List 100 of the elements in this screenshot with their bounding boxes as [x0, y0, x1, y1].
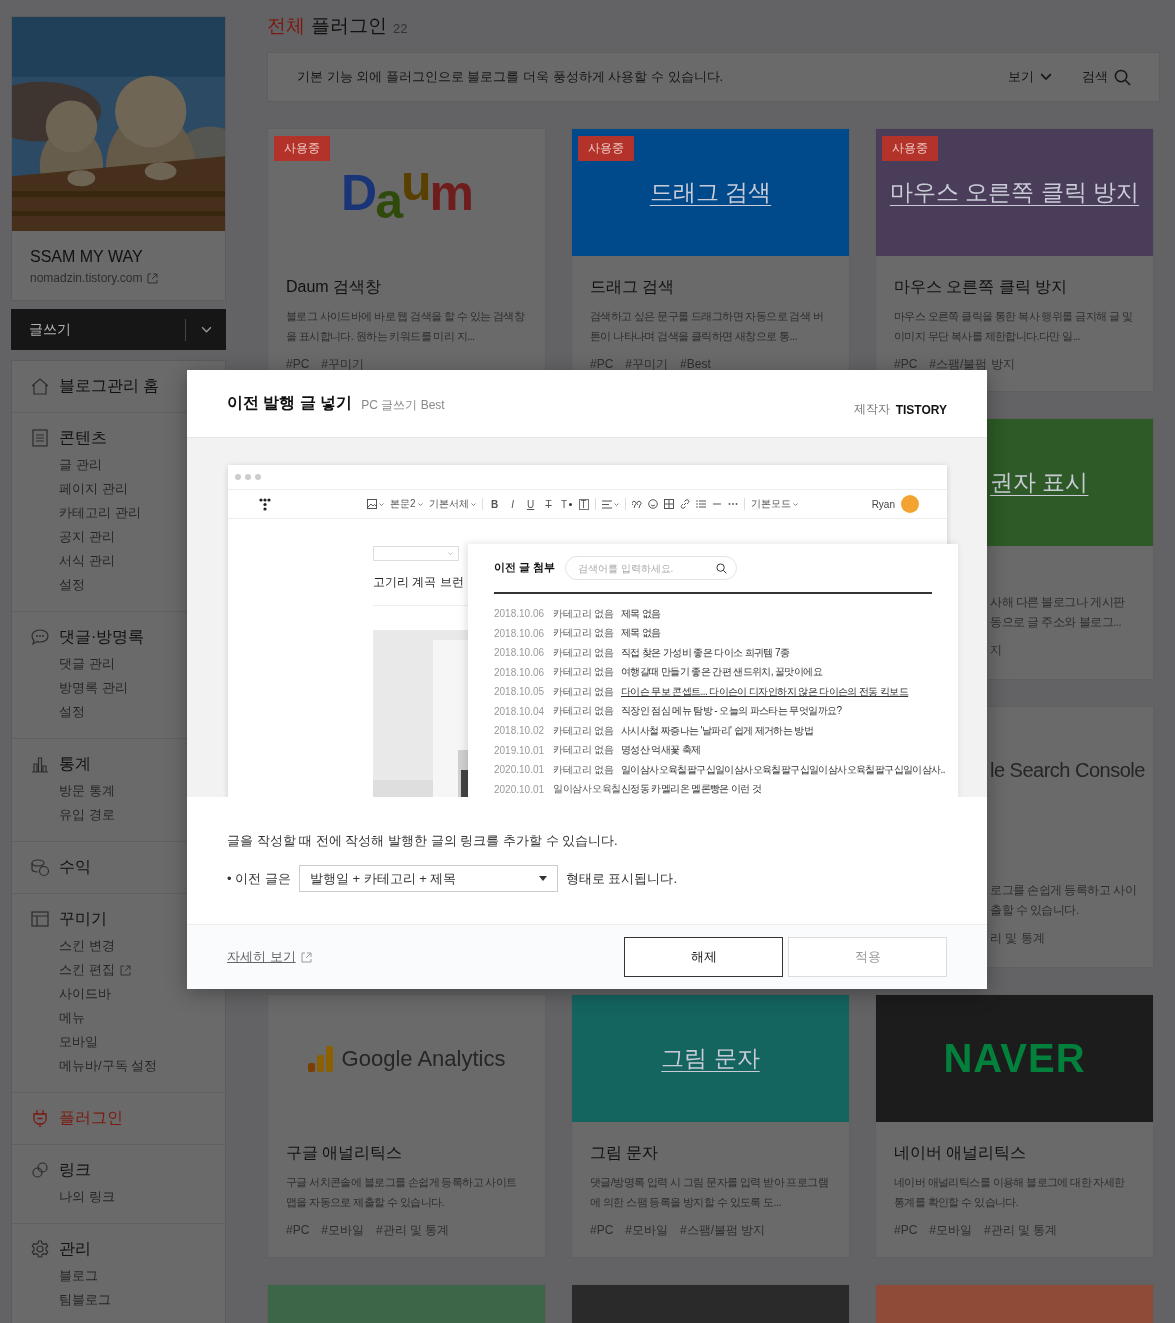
mode-dropdown[interactable]: 기본모드 — [750, 497, 798, 511]
write-button[interactable]: 글쓰기 — [11, 309, 226, 350]
filter-link[interactable]: 전체 — [267, 13, 305, 39]
format-select[interactable]: 발행일 + 카테고리 + 제목 — [298, 865, 558, 892]
format-button[interactable]: U — [524, 498, 537, 510]
post-date: 2018.10.06 — [494, 627, 546, 639]
caret-icon — [379, 502, 384, 506]
card-title: 그림 문자 — [590, 1143, 660, 1163]
nav-heading[interactable]: 댓글·방명록 — [12, 625, 225, 649]
nav-item[interactable]: 나의 링크 — [12, 1185, 225, 1209]
search-icon — [1114, 68, 1131, 86]
align-button[interactable] — [601, 499, 619, 509]
post-link[interactable]: 사시사철 짜증나는 '날파리' 쉽게 제거하는 방법 — [621, 723, 814, 738]
post-link[interactable]: 직접 찾은 가성비 좋은 다이소 희귀템 7종 — [621, 645, 790, 660]
tag[interactable]: #PC — [894, 1221, 918, 1239]
post-category: 일이삼사오육칠 — [553, 782, 621, 797]
nav-heading[interactable]: 꾸미기 — [12, 907, 225, 931]
link-icon[interactable] — [679, 499, 690, 509]
nav-heading[interactable]: 수익 — [12, 855, 225, 879]
post-link[interactable]: 여행갈때 만들기 좋은 간편 샌드위치, 꿀맛이에요 — [621, 665, 823, 680]
tag[interactable]: #PC — [286, 1221, 310, 1239]
emoji-icon[interactable] — [647, 499, 658, 509]
tag[interactable]: #PC — [286, 355, 310, 373]
quote-icon[interactable] — [631, 499, 642, 509]
plug-icon — [30, 1108, 50, 1128]
image-button[interactable] — [367, 499, 384, 509]
banner-title: 그림 문자 — [661, 1044, 760, 1073]
tag[interactable]: #PC — [590, 1221, 614, 1239]
nav-item[interactable]: 모바일 — [12, 1030, 225, 1054]
bar-chart-icon — [30, 754, 50, 774]
nav-item[interactable]: 사이드바 — [12, 982, 225, 1006]
post-link[interactable]: 신정동 카멜리온 멜론빵은 이런 것 — [621, 782, 762, 797]
nav-item[interactable]: 블로그 — [12, 1264, 225, 1288]
tag[interactable]: #PC — [894, 355, 918, 373]
post-link[interactable]: 명성산 억새꽃 축제 — [621, 743, 701, 758]
nav-item[interactable]: 스킨 편집 — [12, 958, 225, 982]
search-field[interactable]: 검색어를 입력하세요. — [564, 556, 737, 580]
speech-bubble-icon — [30, 627, 50, 647]
tag[interactable]: #스팸/불펌 방지 — [680, 1221, 766, 1239]
tag[interactable]: #관리 및 통계 — [376, 1221, 450, 1239]
post-date: 2018.10.06 — [494, 666, 546, 678]
nav-item[interactable]: 메뉴 — [12, 1006, 225, 1030]
nav-heading[interactable]: 통계 — [12, 752, 225, 776]
toolbar-dropdown[interactable]: 본문2 — [390, 497, 423, 511]
blog-url-link[interactable]: nomadzin.tistory.com — [30, 271, 159, 285]
nav-heading[interactable]: 콘텐츠 — [12, 426, 225, 450]
chevron-icon — [200, 326, 212, 333]
post-category: 카테고리 없음 — [553, 606, 615, 621]
format-button[interactable]: T — [542, 498, 555, 510]
view-dropdown[interactable]: 보기 — [1008, 68, 1052, 86]
table-icon[interactable] — [663, 499, 674, 509]
logo: NAVER — [943, 1036, 1086, 1081]
dialog-button[interactable]: 해제 — [624, 937, 783, 977]
dialog-subtitle: PC 글쓰기 Best — [361, 396, 445, 414]
tag[interactable]: #PC — [590, 355, 614, 373]
format-button[interactable]: T — [560, 498, 573, 510]
plugin-card[interactable]: Google Analytics 구글 애널리틱스 구글 서치콘솔에 블로그를 손쉽게 등록하고 사이트맵을 자동으로 제출할 수 있습니다. #PC #모바일 #관리 및 통계 — [267, 994, 546, 1258]
format-button[interactable]: B — [488, 498, 501, 510]
info-text: 기본 기능 외에 플러그인으로 블로그를 더욱 풍성하게 사용할 수 있습니다. — [297, 68, 725, 86]
tag[interactable]: #모바일 — [321, 1221, 365, 1239]
tag[interactable]: #모바일 — [625, 1221, 669, 1239]
tag[interactable]: #Best — [680, 355, 711, 373]
format-button[interactable]: I — [506, 498, 519, 510]
banner-title: 마우스 오른쪽 클릭 방지 — [889, 178, 1140, 207]
option-label: • 이전 글은 — [227, 869, 291, 888]
nav-heading[interactable]: 관리 — [12, 1237, 225, 1261]
post-date: 2018.10.04 — [494, 705, 546, 717]
card-title: 마우스 오른쪽 클릭 방지 — [894, 277, 1069, 297]
tag[interactable]: #스팸/불펌 방지 — [929, 355, 1015, 373]
search-button[interactable]: 검색 — [1082, 68, 1131, 86]
maker-name: TISTORY — [895, 402, 947, 417]
format-button[interactable]: T — [578, 498, 589, 510]
post-category: 카테고리 없음 — [553, 762, 615, 777]
post-link[interactable]: 직장인 점심 메뉴 탐방 - 오늘의 파스타는 무엇일까요? — [621, 704, 842, 719]
post-title: 고기리 계곡 브런 — [373, 574, 465, 591]
tag[interactable]: 리 및 통계 — [990, 929, 1045, 947]
toolbar-dropdown[interactable]: 기본서체 — [428, 497, 476, 511]
post-link[interactable]: 제목 없음 — [621, 626, 661, 641]
tag[interactable]: #모바일 — [929, 1221, 973, 1239]
home-icon — [30, 376, 50, 396]
status-badge: 사용중 — [882, 136, 938, 161]
nav-item[interactable]: 메뉴바/구독 설정 — [12, 1054, 225, 1078]
search-icon — [715, 562, 727, 574]
nav-heading[interactable]: 블로그관리 홈 — [12, 374, 225, 398]
nav-heading[interactable]: 플러그인 — [12, 1106, 225, 1130]
nav-item[interactable]: 팀블로그 — [12, 1288, 225, 1312]
align-icon — [601, 499, 612, 509]
card-description: 로그를 손쉽게 등록하고 사이 — [990, 883, 1137, 898]
banner-title: 권자 표시 — [990, 468, 1089, 497]
card-description: 동으로 글 주소와 블로그... — [990, 615, 1122, 630]
post-link[interactable]: 다이슨 무보 콘셉트... 다이슨이 디자인하지 않은 다이슨의 전동 킥보드 — [621, 684, 909, 699]
details-link[interactable]: 자세히 보기 — [227, 948, 619, 966]
dialog-description: 글을 작성할 때 전에 작성해 발행한 글의 링크를 추가할 수 있습니다. — [227, 832, 619, 850]
post-link[interactable]: 제목 없음 — [621, 606, 661, 621]
image-icon — [367, 499, 377, 509]
card-description: 사해 다른 블로그나 게시판 — [990, 595, 1125, 610]
tag[interactable]: #관리 및 통계 — [984, 1221, 1058, 1239]
nav-heading[interactable]: 링크 — [12, 1158, 225, 1182]
bar-chart-icon — [307, 1045, 334, 1072]
post-date: 2019.10.01 — [494, 744, 546, 756]
